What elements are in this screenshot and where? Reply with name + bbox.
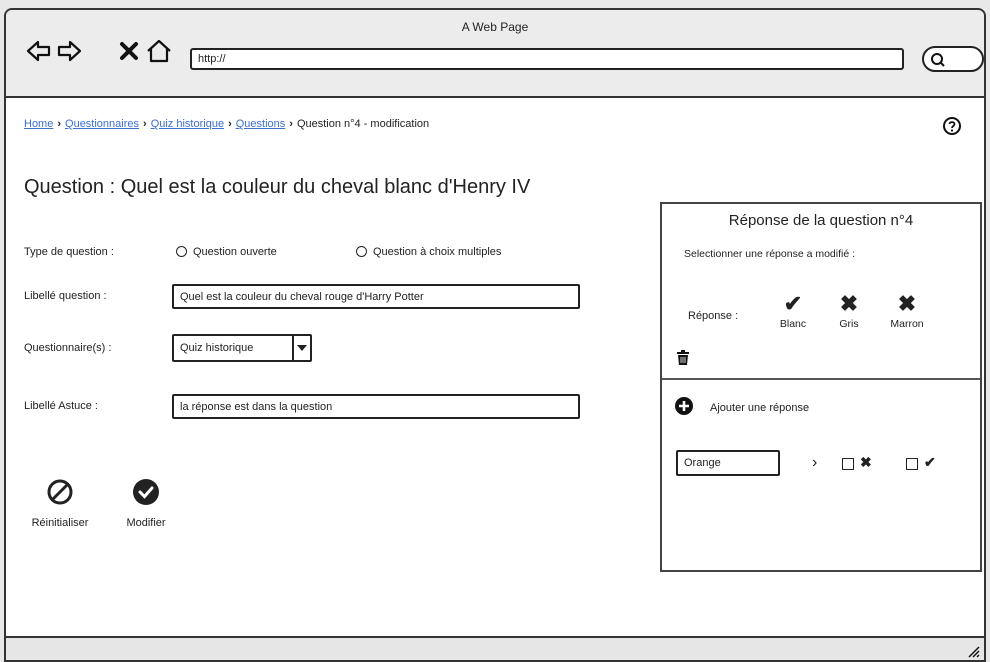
window-title: A Web Page [461, 20, 529, 34]
home-icon[interactable] [146, 38, 172, 64]
forward-arrow-icon[interactable] [56, 38, 82, 64]
cross-icon: ✖ [897, 291, 917, 316]
new-answer-input[interactable] [676, 450, 780, 476]
libelle-question-input[interactable] [172, 284, 580, 309]
panel-title: Réponse de la question n°4 [728, 212, 914, 229]
false-checkbox[interactable] [842, 458, 854, 470]
close-icon[interactable] [116, 38, 142, 64]
help-icon[interactable] [942, 116, 962, 136]
questionnaire-select[interactable]: Quiz historique [172, 334, 312, 362]
radio-circle [356, 246, 367, 257]
modify-label: Modifier [126, 517, 166, 529]
chevron-right-icon[interactable]: › [812, 454, 817, 472]
radio-question-choix-multiples[interactable]: Question à choix multiples [356, 246, 501, 258]
breadcrumb-home-link[interactable]: Home [24, 118, 53, 130]
plus-circle-icon [675, 397, 693, 415]
true-checkbox[interactable] [906, 458, 918, 470]
reset-label: Réinitialiser [31, 517, 89, 529]
radio-circle [176, 246, 187, 257]
radio-label: Question à choix multiples [373, 246, 502, 258]
add-answer-button[interactable]: Ajouter une réponse [674, 396, 809, 416]
check-icon: ✔ [924, 454, 936, 470]
questionnaire-select-value: Quiz historique [180, 342, 254, 354]
search-icon [931, 53, 945, 67]
reponse-label: Réponse : [688, 310, 739, 322]
status-bar [6, 636, 984, 660]
breadcrumb-separator: › [57, 118, 62, 130]
answer-marron[interactable]: ✖ Marron [882, 291, 932, 331]
check-circle-icon [133, 479, 159, 505]
page-content: Home › Questionnaires › Quiz historique › Ques… [6, 98, 984, 636]
resize-grip-icon[interactable] [966, 644, 980, 658]
radio-label: Question ouverte [193, 246, 277, 258]
cross-icon: ✖ [860, 454, 872, 470]
libelle-question-label: Libellé question : [24, 290, 107, 302]
trash-icon[interactable] [676, 350, 690, 366]
answer-blanc[interactable]: ✔ Blanc [768, 291, 818, 331]
breadcrumb-separator: › [228, 118, 232, 130]
check-icon: ✔ [783, 291, 803, 316]
questionnaire-label: Questionnaire(s) : [24, 342, 112, 354]
modify-button[interactable]: Modifier [112, 478, 180, 529]
radio-question-ouverte[interactable]: Question ouverte [176, 246, 277, 258]
answer-gris[interactable]: ✖ Gris [824, 291, 874, 331]
breadcrumb: Home › Questionnaires › Quiz historique › Ques… [24, 118, 429, 130]
answer-name: Marron [890, 318, 924, 330]
breadcrumb-separator: › [289, 118, 293, 130]
ban-icon [47, 479, 73, 505]
panel-divider [662, 378, 980, 380]
browser-window: A Web Page http:// Home › Questionnaires › Q… [4, 8, 986, 662]
page-title: Question : Quel est la couleur du cheval… [24, 176, 531, 198]
browser-toolbar: A Web Page http:// [6, 10, 984, 98]
back-arrow-icon[interactable] [26, 38, 52, 64]
libelle-astuce-input[interactable] [172, 394, 580, 419]
answer-name: Gris [839, 318, 859, 330]
question-type-label: Type de question : [24, 246, 114, 258]
breadcrumb-questionnaires-link[interactable]: Questionnaires [65, 118, 139, 130]
address-bar[interactable]: http:// [190, 48, 904, 70]
panel-subtitle: Selectionner une réponse a modifié : [684, 248, 856, 260]
add-answer-label: Ajouter une réponse [710, 402, 810, 414]
breadcrumb-current: Question n°4 - modification [296, 118, 430, 130]
cross-icon: ✖ [839, 291, 859, 316]
chevron-down-icon[interactable] [292, 336, 310, 360]
search-button[interactable] [922, 46, 984, 72]
libelle-astuce-label: Libellé Astuce : [24, 400, 98, 412]
answers-panel: Réponse de la question n°4 Selectionner … [660, 202, 982, 572]
reset-button[interactable]: Réinitialiser [22, 478, 98, 529]
answer-name: Blanc [779, 318, 807, 330]
breadcrumb-questions-link[interactable]: Questions [236, 118, 286, 130]
breadcrumb-separator: › [143, 118, 147, 130]
breadcrumb-quiz-link[interactable]: Quiz historique [151, 118, 224, 130]
